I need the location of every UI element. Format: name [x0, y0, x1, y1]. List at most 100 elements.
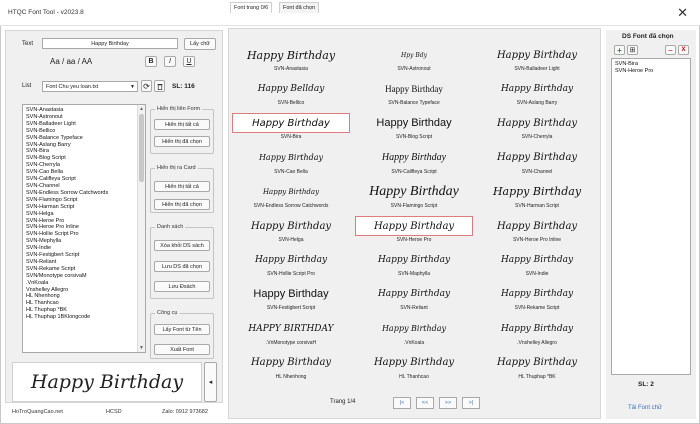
font-list-item[interactable]: SVN-Festigbert Script — [23, 252, 138, 259]
font-list-item[interactable]: SVN-Anastasia — [23, 107, 138, 114]
last-page-button[interactable]: >| — [462, 397, 480, 409]
font-card[interactable]: Happy Birthday .VnKoala — [355, 318, 473, 350]
trash-icon[interactable] — [154, 80, 165, 92]
font-list-item[interactable]: SVN-Reliant — [23, 259, 138, 266]
font-card[interactable]: Happy Birthday SVN-Channel — [478, 147, 596, 179]
selected-fonts-list[interactable]: SVN-Bira SVN-Heroe Pro — [611, 58, 691, 375]
font-list-item[interactable]: HL Thanhcao — [23, 300, 138, 307]
font-card[interactable]: Happy Birthday SVN-Califleya Script — [355, 147, 473, 179]
font-list-item[interactable]: Vnshelley Allegro — [23, 287, 138, 294]
export-font-button[interactable]: Xuất Font — [154, 344, 210, 355]
font-card[interactable]: Happy Bellday SVN-Bellico — [232, 78, 350, 110]
font-list-item[interactable]: SVN-Bellico — [23, 128, 138, 135]
scroll-thumb[interactable] — [139, 114, 144, 182]
font-list-item[interactable]: SVN-Mephylla — [23, 238, 138, 245]
font-card[interactable]: Happy Birthday SVN-Festigbert Script — [232, 283, 350, 315]
font-card[interactable]: Happy Birthday SVN-Bira — [232, 112, 350, 144]
remove-all-icon[interactable]: X — [678, 45, 689, 55]
font-list-item[interactable]: SVN-Endless Sorrow Catchwords — [23, 190, 138, 197]
font-card[interactable]: Happy Birthday HL Thuphap *BK — [478, 352, 596, 384]
font-list-item[interactable]: SVN-Hollie Script Pro — [23, 231, 138, 238]
collapse-button[interactable]: ◂ — [204, 362, 217, 402]
font-list[interactable]: SVN-Anastasia SVN-Astronout SVN-Balladeer … — [22, 104, 146, 353]
font-card[interactable]: Happy Birthday SVN-Aslang Barry — [478, 78, 596, 110]
font-list-item[interactable]: SVN-Heroe Pro — [23, 218, 138, 225]
font-card[interactable]: Happy Birthday SVN-Blog Script — [355, 112, 473, 144]
font-list-item[interactable]: SVN-Rekame Script — [23, 266, 138, 273]
font-card[interactable]: Happy Birthday SVN-Harman Script — [478, 181, 596, 213]
delete-from-list-button[interactable]: Xóa khỏi DS sách — [154, 240, 210, 251]
font-card[interactable]: Happy Birthday SVN-Cao Bella — [232, 147, 350, 179]
refresh-icon[interactable]: ⟳ — [141, 80, 152, 92]
font-card[interactable]: HAPPY BIRTHDAY .VnMonotype corsivaH — [232, 318, 350, 350]
font-list-item[interactable]: HL Thuphap 1BKlongcode — [23, 314, 138, 321]
selected-font-item[interactable]: SVN-Bira — [612, 61, 690, 68]
font-list-item[interactable]: SVN-Cherryla — [23, 162, 138, 169]
font-list-item[interactable]: SVN-Indie — [23, 245, 138, 252]
font-card[interactable]: Happy Birthday SVN-Maphylla — [355, 249, 473, 281]
font-card[interactable]: Happy Birthday .Vnshelley Allegro — [478, 318, 596, 350]
first-page-button[interactable]: |< — [393, 397, 411, 409]
font-card[interactable]: Happy Birthday SVN-Cherryla — [478, 112, 596, 144]
font-card[interactable]: Happy Birthday SVN-Helga — [232, 215, 350, 247]
font-list-item[interactable]: SVN-Harman Script — [23, 204, 138, 211]
bold-button[interactable]: B — [145, 56, 157, 67]
font-list-item[interactable]: SVN-Califleya Script — [23, 176, 138, 183]
font-list-item[interactable]: HL Thuphap *BK — [23, 307, 138, 314]
font-list-item[interactable]: SVN/Monotype corsivaM — [23, 273, 138, 280]
font-list-item[interactable]: SVN-Channel — [23, 183, 138, 190]
font-list-item[interactable]: SVN-Balladeer Light — [23, 121, 138, 128]
add-icon[interactable]: + — [614, 45, 625, 55]
save-selected-list-button[interactable]: Lưu DS đã chọn — [154, 261, 210, 272]
font-list-item[interactable]: SVN-Bira — [23, 148, 138, 155]
font-list-scrollbar[interactable]: ▲ ▼ — [137, 105, 145, 352]
font-card[interactable]: Happy Birthday SVN-Indie — [478, 249, 596, 281]
font-card[interactable]: Happy Birthday SVN-Reliant — [355, 283, 473, 315]
list-select[interactable]: Font Chu yeu loan.txt ▼ — [42, 81, 138, 92]
font-card[interactable]: Happy Birthday SVN-Anastasia — [232, 44, 350, 76]
font-card[interactable]: Happy Birthday SVN-Flamingo Script — [355, 181, 473, 213]
save-list-button[interactable]: Lưu Đsách — [154, 281, 210, 292]
font-card[interactable]: Happy Birthday SVN-Endless Sorrow Catchwo… — [232, 181, 350, 213]
show-all-form-button[interactable]: Hiển thị tất cả — [154, 119, 210, 130]
font-list-item[interactable]: SVN-Helga — [23, 211, 138, 218]
font-card[interactable]: Happy Birthday SVN-Hollie Script Pro — [232, 249, 350, 281]
font-list-item[interactable]: .VnKoala — [23, 280, 138, 287]
scroll-down-icon[interactable]: ▼ — [139, 345, 144, 351]
show-selected-form-button[interactable]: Hiển thị đã chọn — [154, 136, 210, 147]
next-page-button[interactable]: >> — [439, 397, 457, 409]
font-list-item[interactable]: SVN-Balance Typeface — [23, 135, 138, 142]
save-icon[interactable]: ⊞ — [627, 45, 638, 55]
case-options[interactable]: Aa / aa / AA — [50, 57, 92, 66]
tab-selected-fonts[interactable]: Font đã chọn — [279, 2, 320, 13]
font-list-item[interactable]: SVN-Heroe Pro Inline — [23, 224, 138, 231]
font-card[interactable]: Happy Birthday SVN-Rekame Script — [478, 283, 596, 315]
font-card[interactable]: Happy Birthday SVN-Balance Typeface — [355, 78, 473, 110]
font-card[interactable]: Happy Birthday SVN-Heroe Pro — [355, 215, 473, 247]
font-list-item[interactable]: SVN-Aslang Barry — [23, 142, 138, 149]
font-list-item[interactable]: SVN-Astronout — [23, 114, 138, 121]
show-selected-card-button[interactable]: Hiển thị đã chọn — [154, 199, 210, 210]
prev-page-button[interactable]: << — [416, 397, 434, 409]
font-card[interactable]: Happy Birthday SVN-Heroe Pro Inline — [478, 215, 596, 247]
underline-button[interactable]: U — [183, 56, 195, 67]
font-card[interactable]: Happy Birthday HL Thanhcao — [355, 352, 473, 384]
italic-button[interactable]: I — [164, 56, 176, 67]
tab-font-page[interactable]: Font trang 0/6 — [230, 2, 273, 13]
get-font-from-name-button[interactable]: Lấy Font từ Tên — [154, 324, 210, 335]
get-word-button[interactable]: Lấy chữ — [184, 38, 216, 50]
font-card[interactable]: Hpy Bdy SVN-Astronout — [355, 44, 473, 76]
font-list-item[interactable]: SVN-Flamingo Script — [23, 197, 138, 204]
font-card[interactable]: Happy Birthday SVN-Balladeer Light — [478, 44, 596, 76]
minus-icon[interactable]: − — [665, 45, 676, 55]
font-list-item[interactable]: SVN-Cao Bella — [23, 169, 138, 176]
font-list-item[interactable]: HL Nhenhong — [23, 293, 138, 300]
scroll-up-icon[interactable]: ▲ — [139, 106, 144, 112]
close-icon[interactable]: ✕ — [677, 5, 688, 21]
font-card[interactable]: Happy Birthday HL Nhenhong — [232, 352, 350, 384]
show-all-card-button[interactable]: Hiển thị tất cả — [154, 181, 210, 192]
selected-font-item[interactable]: SVN-Heroe Pro — [612, 68, 690, 75]
font-list-item[interactable]: SVN-Blog Script — [23, 155, 138, 162]
download-font-link[interactable]: Tải Font chữ — [628, 405, 662, 411]
text-input[interactable]: Happy Birthday — [42, 38, 178, 49]
